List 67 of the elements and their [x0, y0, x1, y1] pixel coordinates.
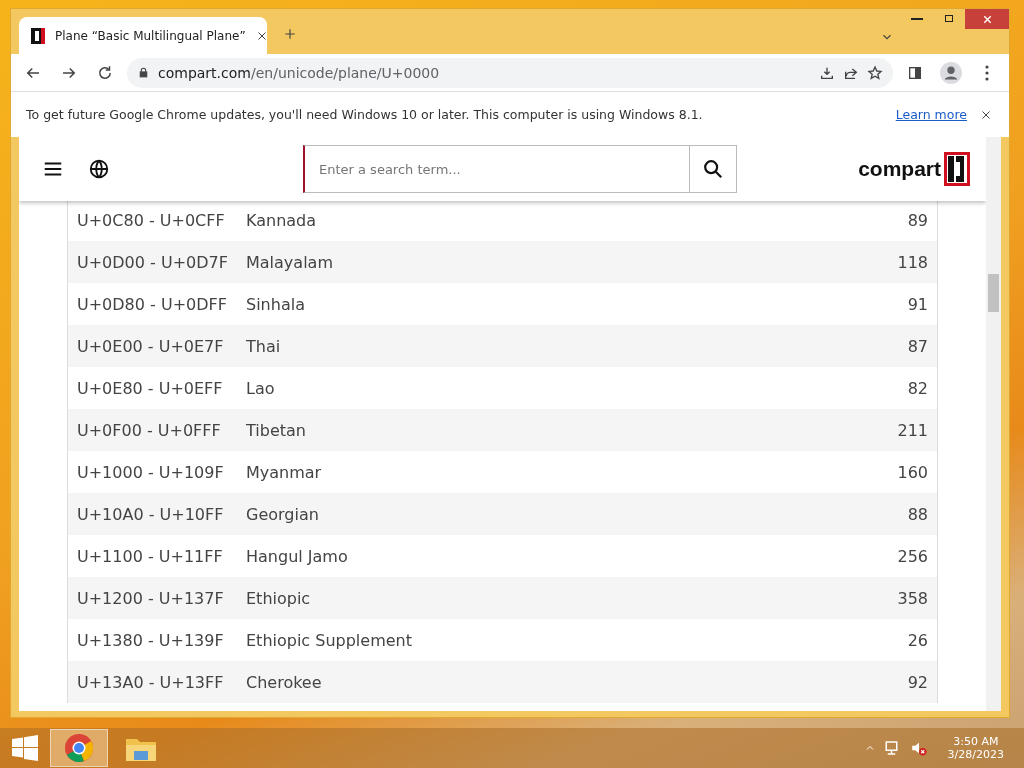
site-logo-text: compart: [858, 157, 941, 181]
range-cell-text: U+1000 - U+109F: [77, 462, 225, 482]
range-cell-text: U+10A0 - U+10FF: [77, 504, 225, 524]
block-name-cell-text: Thai: [246, 336, 282, 356]
site-favicon: [31, 27, 45, 44]
block-name-cell-text: Ethiopic: [246, 588, 312, 608]
block-name-cell-text: Lao: [246, 378, 276, 398]
close-icon: [980, 108, 992, 121]
block-name-cell-text: Cherokee: [246, 672, 323, 692]
range-cell-text: U+0E00 - U+0E7F: [77, 336, 225, 356]
count-cell: 118: [897, 252, 928, 272]
count-cell: 89: [907, 210, 928, 230]
globe-icon: [88, 158, 110, 180]
block-name-cell-text: Sinhala: [246, 294, 306, 314]
url-text: compart.com/en/unicode/plane/U+0000: [158, 64, 441, 81]
count-cell: 88: [907, 504, 928, 524]
close-icon: [255, 29, 268, 42]
close-icon: [981, 13, 993, 25]
browser-tab[interactable]: Plane “Basic Multilingual Plane”: [19, 17, 267, 54]
block-name-cell-text: Myanmar: [246, 462, 323, 482]
block-name-cell-text: Tibetan: [246, 420, 307, 440]
range-cell-text: U+0C80 - U+0CFF: [77, 210, 226, 230]
search-field[interactable]: Enter a search term...: [303, 145, 689, 193]
more-icon: [985, 64, 989, 81]
range-cell-text: U+0E80 - U+0EFF: [77, 378, 224, 398]
block-name-cell-text: Kannada: [246, 210, 318, 230]
count-cell: 211: [897, 420, 928, 440]
range-cell-text: U+1380 - U+139F: [77, 630, 225, 650]
count-cell: 91: [907, 294, 928, 314]
scrollbar[interactable]: [986, 137, 1001, 711]
count-cell: 358: [897, 588, 928, 608]
maximize-icon: [943, 13, 955, 25]
block-name-cell-text: Malayalam: [246, 252, 334, 272]
block-name-cell-text: Georgian: [246, 504, 320, 524]
range-cell-text: U+0D00 - U+0D7F: [77, 252, 229, 272]
count-cell: 160: [897, 462, 928, 482]
lock-icon: [137, 66, 150, 79]
star-icon: [867, 64, 883, 81]
count-cell: 82: [907, 378, 928, 398]
range-cell-text: U+1200 - U+137F: [77, 588, 225, 608]
address-bar[interactable]: compart.com/en/unicode/plane/U+0000: [127, 57, 893, 88]
range-cell-text: U+0F00 - U+0FFF: [77, 420, 222, 440]
tab-title: Plane “Basic Multilingual Plane”: [55, 28, 246, 43]
clock-date: 3/28/2023: [947, 748, 1004, 761]
count-cell: 87: [907, 336, 928, 356]
range-cell-text: U+13A0 - U+13FF: [77, 672, 225, 692]
minimize-icon: [911, 18, 923, 20]
count-cell: 256: [897, 546, 928, 566]
plus-icon: [283, 27, 297, 41]
learn-more-link[interactable]: Learn more: [895, 107, 967, 122]
search-button[interactable]: [689, 145, 737, 193]
windows-logo-icon: [12, 735, 38, 761]
avatar-icon: [940, 61, 962, 84]
chrome-icon: [64, 733, 94, 763]
reload-icon: [96, 63, 114, 82]
range-cell-text: U+1100 - U+11FF: [77, 546, 224, 566]
side-panel-icon: [907, 64, 923, 81]
update-message: To get future Google Chrome updates, you'll need Windows 10 or later. This computer is using Windows 8.1.: [26, 107, 704, 122]
search-icon: [702, 158, 724, 180]
block-name-cell-text: Ethiopic Supplement: [246, 630, 413, 650]
block-name-cell-text: Hangul Jamo: [246, 546, 349, 566]
logo-mark: [944, 152, 970, 186]
range-cell-text: U+0D80 - U+0DFF: [77, 294, 228, 314]
taskbar-app[interactable]: [50, 729, 108, 767]
count-cell: 26: [907, 630, 928, 650]
count-cell: 92: [907, 672, 928, 692]
clock-time: 3:50 AM: [953, 735, 999, 748]
